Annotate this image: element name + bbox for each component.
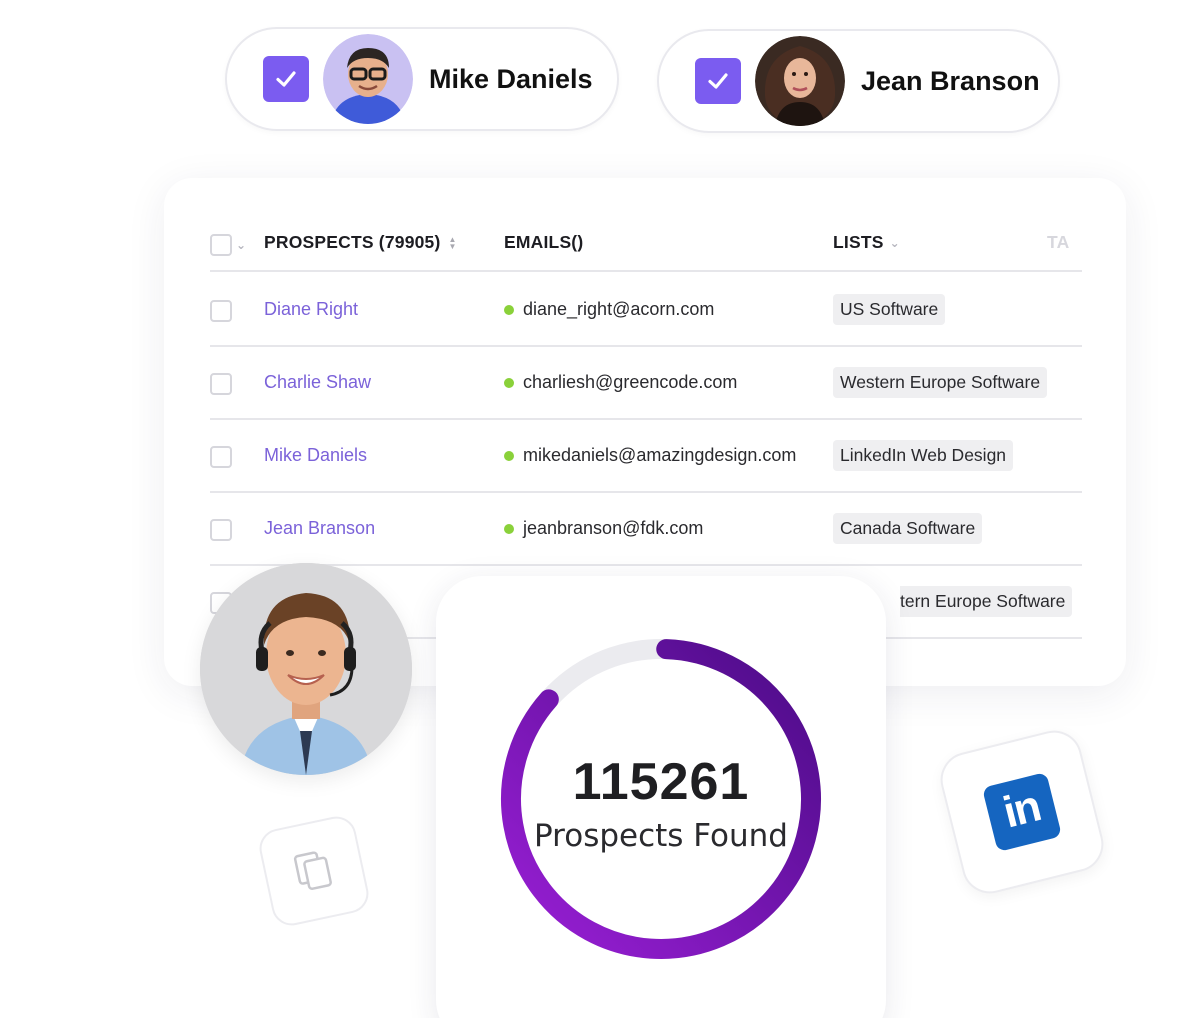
- row-checkbox[interactable]: [210, 519, 232, 541]
- list-tag[interactable]: US Software: [833, 294, 946, 325]
- table-row[interactable]: Diane Right diane_right@acorn.com US Sof…: [210, 274, 1082, 347]
- prospect-email: charliesh@greencode.com: [504, 372, 737, 393]
- table-row[interactable]: Charlie Shaw charliesh@greencode.com Wes…: [210, 347, 1082, 420]
- prospects-found-card: 115261 Prospects Found: [436, 576, 886, 1018]
- copy-icon: [293, 851, 332, 890]
- agent-avatar: [200, 563, 412, 775]
- prospect-name-link[interactable]: Jean Branson: [264, 518, 375, 539]
- column-header-label: EMAILS(): [504, 232, 584, 252]
- selected-prospect-pill-jean[interactable]: Jean Branson: [657, 29, 1060, 133]
- linkedin-button[interactable]: in: [934, 724, 1110, 900]
- linkedin-icon: in: [981, 771, 1063, 853]
- row-checkbox[interactable]: [210, 300, 232, 322]
- email-text: jeanbranson@fdk.com: [523, 518, 704, 538]
- selected-prospect-name: Mike Daniels: [429, 63, 593, 94]
- status-dot: [504, 450, 514, 461]
- select-all-checkbox[interactable]: [210, 234, 232, 256]
- column-header-prospects[interactable]: PROSPECTS (79905) ▲ ▼: [264, 232, 457, 253]
- row-checkbox[interactable]: [210, 446, 232, 468]
- check-icon[interactable]: [263, 56, 309, 102]
- email-text: diane_right@acorn.com: [523, 299, 715, 319]
- avatar: [323, 34, 413, 124]
- prospect-email: mikedaniels@amazingdesign.com: [504, 445, 796, 466]
- column-header-lists[interactable]: LISTS ⌄: [833, 232, 900, 253]
- prospects-count: 115261: [572, 753, 750, 811]
- prospect-name-link[interactable]: Charlie Shaw: [264, 372, 371, 393]
- column-header-label: PROSPECTS (79905): [264, 232, 441, 252]
- chevron-down-icon[interactable]: ⌄: [236, 238, 246, 252]
- prospect-name-link[interactable]: Mike Daniels: [264, 445, 367, 466]
- column-header-label: TA: [1047, 232, 1070, 252]
- column-header-label: LISTS: [833, 232, 884, 252]
- column-header-tags[interactable]: TA: [1047, 232, 1069, 253]
- status-dot: [504, 523, 514, 534]
- avatar: [755, 36, 845, 126]
- column-header-emails[interactable]: EMAILS(): [504, 232, 583, 253]
- selected-prospect-name: Jean Branson: [861, 65, 1040, 96]
- email-text: charliesh@greencode.com: [523, 372, 738, 392]
- status-dot: [504, 304, 514, 315]
- prospect-email: jeanbranson@fdk.com: [504, 518, 703, 539]
- row-checkbox[interactable]: [210, 373, 232, 395]
- chevron-down-icon[interactable]: ⌄: [890, 236, 900, 250]
- table-row[interactable]: Mike Daniels mikedaniels@amazingdesign.c…: [210, 420, 1082, 493]
- selected-prospect-pill-mike[interactable]: Mike Daniels: [225, 27, 619, 131]
- table-row[interactable]: Jean Branson jeanbranson@fdk.com Canada …: [210, 493, 1082, 566]
- check-icon[interactable]: [695, 58, 741, 104]
- list-tag[interactable]: Canada Software: [833, 513, 983, 544]
- prospect-name-link[interactable]: Diane Right: [264, 299, 358, 320]
- list-tag[interactable]: tern Europe Software: [900, 586, 1073, 617]
- prospect-email: diane_right@acorn.com: [504, 299, 714, 320]
- email-text: mikedaniels@amazingdesign.com: [523, 445, 797, 465]
- prospects-count-label: Prospects Found: [534, 818, 788, 854]
- table-header: ⌄ PROSPECTS (79905) ▲ ▼ EMAILS() LISTS ⌄ …: [210, 218, 1082, 272]
- list-tag[interactable]: LinkedIn Web Design: [833, 440, 1014, 471]
- status-dot: [504, 377, 514, 388]
- copy-button[interactable]: [255, 812, 373, 930]
- sort-icon[interactable]: ▲ ▼: [449, 235, 457, 250]
- select-all[interactable]: ⌄: [210, 234, 246, 256]
- list-tag[interactable]: Western Europe Software: [833, 367, 1048, 398]
